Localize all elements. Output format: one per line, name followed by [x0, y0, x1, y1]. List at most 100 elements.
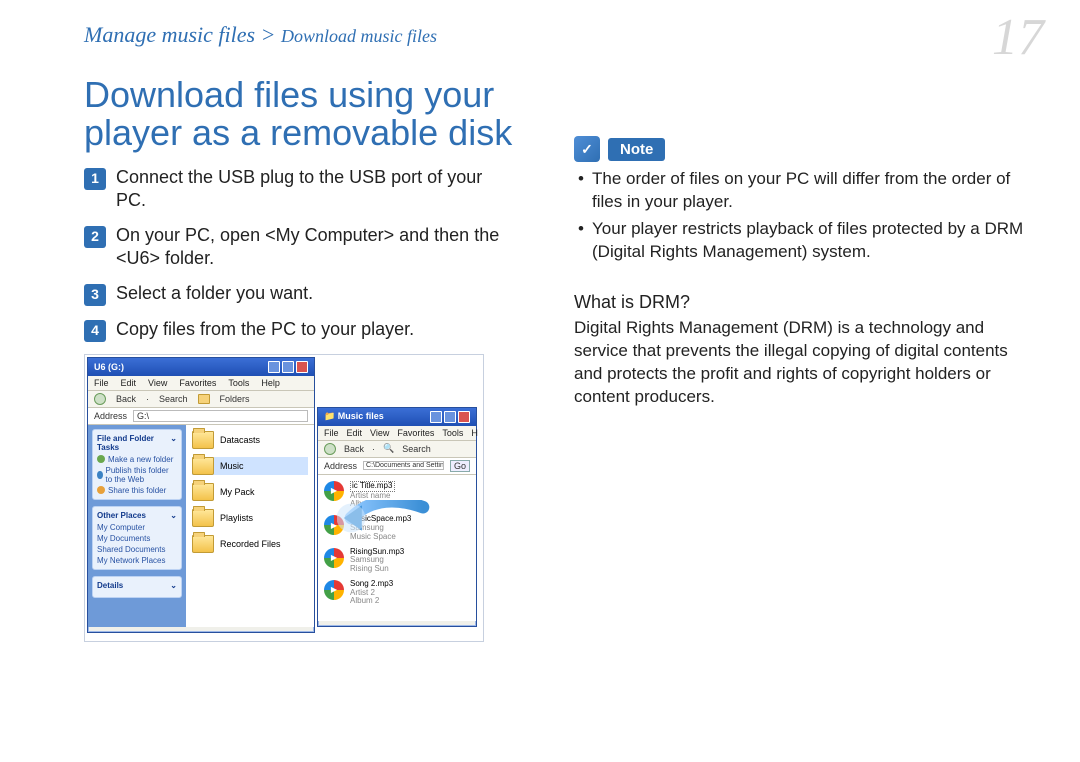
task-item: Make a new folder	[108, 455, 173, 464]
steps-list: 1 Connect the USB plug to the USB port of…	[84, 166, 514, 342]
explorer-window-musicfiles: 📁 Music files File Edit View Favorites T…	[317, 407, 477, 627]
folder-label: Datacasts	[220, 435, 260, 445]
file-meta: Album name	[350, 500, 395, 509]
menu-item: Favorites	[397, 428, 434, 438]
panel-header: Other Places	[97, 511, 146, 520]
window-titlebar: 📁 Music files	[318, 408, 476, 426]
step-number-badge: 4	[84, 320, 106, 342]
other-places: Other Places ⌄ My Computer My Documents S…	[92, 506, 182, 570]
music-file-item: MusicSpace.mp3SamsungMusic Space	[324, 515, 470, 541]
toolbar: Back · Search Folders	[88, 391, 314, 408]
media-icon	[324, 515, 344, 535]
place-item: My Computer	[97, 523, 145, 532]
address-value: G:\	[133, 410, 308, 422]
drm-body: Digital Rights Management (DRM) is a tec…	[574, 317, 1034, 409]
folder-item: Datacasts	[192, 431, 308, 449]
step-number-badge: 2	[84, 226, 106, 248]
breadcrumb-sep: >	[255, 22, 281, 47]
step-text: Connect the USB plug to the USB port of …	[116, 166, 514, 212]
folder-icon	[192, 509, 214, 527]
chevron-icon: ⌄	[170, 581, 177, 590]
media-icon	[324, 481, 344, 501]
address-label: Address	[94, 411, 127, 421]
step-item: 2 On your PC, open <My Computer> and then…	[84, 224, 514, 270]
file-folder-tasks: File and Folder Tasks⌄ Make a new folder…	[92, 429, 182, 500]
window-title: Music files	[338, 411, 384, 421]
menu-bar: File Edit View Favorites Tools Help	[88, 376, 314, 391]
music-file-item: ic Title.mp3Artist nameAlbum name	[324, 481, 470, 509]
content-columns: Download files using your player as a re…	[84, 76, 1046, 642]
folder-icon	[192, 483, 214, 501]
step-item: 4Copy files from the PC to your player.	[84, 318, 514, 342]
menu-item: View	[148, 378, 167, 388]
folder-item: My Pack	[192, 483, 308, 501]
task-icon	[97, 471, 103, 479]
menu-item: File	[94, 378, 109, 388]
back-label: Back	[344, 444, 364, 454]
note-item: The order of files on your PC will diffe…	[592, 168, 1034, 214]
window-title: U6 (G:)	[94, 362, 124, 372]
menu-item: H	[471, 428, 478, 438]
drm-block: What is DRM? Digital Rights Management (…	[574, 292, 1034, 409]
search-icon: 🔍	[383, 443, 394, 454]
note-item: Your player restricts playback of files …	[592, 218, 1034, 264]
file-meta: Music Space	[350, 533, 411, 542]
note-label: Note	[608, 138, 665, 161]
step-text: Select a folder you want.	[116, 282, 313, 305]
media-icon	[324, 580, 344, 600]
screenshot-illustration: U6 (G:) File Edit View Favorites Tools H…	[84, 354, 484, 642]
close-icon	[296, 361, 308, 373]
breadcrumb-main: Manage music files	[84, 22, 255, 47]
left-column: Download files using your player as a re…	[84, 76, 514, 642]
details-panel: Details ⌄	[92, 576, 182, 598]
folders-icon	[198, 394, 210, 404]
place-item: Shared Documents	[97, 545, 165, 554]
chevron-icon: ⌄	[170, 511, 177, 520]
menu-bar: File Edit View Favorites Tools H	[318, 426, 476, 441]
folder-item: Recorded Files	[192, 535, 308, 553]
step-number-badge: 1	[84, 168, 106, 190]
right-column: Note The order of files on your PC will …	[574, 76, 1034, 642]
file-meta: Rising Sun	[350, 565, 404, 574]
folder-icon	[192, 535, 214, 553]
menu-item: File	[324, 428, 339, 438]
menu-item: Edit	[121, 378, 137, 388]
drm-heading: What is DRM?	[574, 292, 1034, 313]
address-bar: Address C:\Documents and Settings\ Go	[318, 458, 476, 475]
breadcrumb: Manage music files > Download music file…	[84, 22, 1046, 48]
folder-icon	[192, 457, 214, 475]
folder-icon: 📁	[324, 411, 335, 421]
address-value: C:\Documents and Settings\	[363, 461, 444, 470]
panel-header: Details	[97, 581, 123, 590]
folder-icon	[192, 431, 214, 449]
media-icon	[324, 548, 344, 568]
breadcrumb-sub: Download music files	[281, 26, 437, 46]
note-cube-icon	[574, 136, 600, 162]
task-item: Share this folder	[108, 486, 166, 495]
menu-item: Tools	[228, 378, 249, 388]
menu-item: Tools	[442, 428, 463, 438]
back-icon	[324, 443, 336, 455]
note-list: The order of files on your PC will diffe…	[574, 168, 1034, 264]
task-item: Publish this folder to the Web	[106, 466, 178, 484]
folder-pane: Datacasts Music My Pack Playlists Record…	[186, 425, 314, 627]
place-item: My Network Places	[97, 556, 165, 565]
search-label: Search	[402, 444, 431, 454]
menu-item: Edit	[347, 428, 363, 438]
address-label: Address	[324, 461, 357, 471]
folders-label: Folders	[220, 394, 250, 404]
side-panel: File and Folder Tasks⌄ Make a new folder…	[88, 425, 186, 627]
window-body: File and Folder Tasks⌄ Make a new folder…	[88, 425, 314, 627]
explorer-window-u6: U6 (G:) File Edit View Favorites Tools H…	[87, 357, 315, 633]
window-controls	[268, 361, 308, 373]
chevron-icon: ⌄	[170, 434, 177, 452]
step-item: 3Select a folder you want.	[84, 282, 514, 306]
folder-label: Playlists	[220, 513, 253, 523]
place-item: My Documents	[97, 534, 150, 543]
minimize-icon	[268, 361, 280, 373]
back-icon	[94, 393, 106, 405]
step-item: 1 Connect the USB plug to the USB port of…	[84, 166, 514, 212]
menu-item: View	[370, 428, 389, 438]
step-text: On your PC, open <My Computer> and then …	[116, 224, 514, 270]
window-titlebar: U6 (G:)	[88, 358, 314, 376]
